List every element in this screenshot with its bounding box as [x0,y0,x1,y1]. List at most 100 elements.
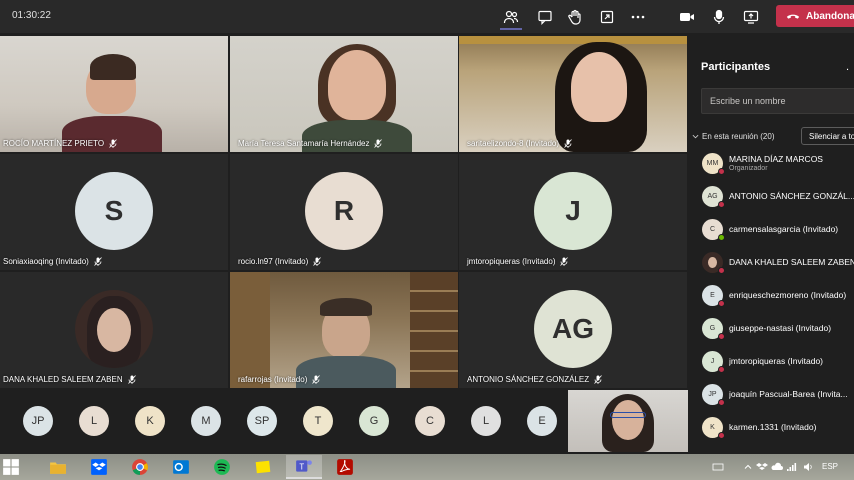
dropbox-icon[interactable] [81,455,117,479]
teams-meeting-window: 01:30:22 Abandonar ROCÍO MARTÍNEZ PRIETO… [0,0,854,480]
share-screen-icon[interactable] [741,7,761,27]
participant-avatar: K [702,416,725,439]
video-tile-dana-khaled[interactable]: DANA KHALED SALEEM ZABEN [0,272,228,388]
self-view-video[interactable] [568,390,688,452]
dropbox-tray-icon[interactable] [756,460,768,472]
participant-row[interactable]: AG ANTONIO SÁNCHEZ GONZÁL... [702,181,854,211]
tile-name-label: DANA KHALED SALEEM ZABEN [3,375,136,384]
participant-avatar: G [702,317,725,340]
participant-row[interactable]: JP joaquín Pascual-Barea (Invita... [702,379,854,409]
video-grid: ROCÍO MARTÍNEZ PRIETO María Teresa Santa… [0,36,688,390]
chrome-icon[interactable] [122,455,158,479]
svg-text:T: T [299,462,304,471]
participant-row[interactable]: G giuseppe-nastasi (Invitado) [702,313,854,343]
in-meeting-section-toggle[interactable]: En esta reunión (20) [692,132,775,141]
windows-taskbar: T ESP [0,454,854,480]
tile-name-label: jmtoropiqueras (Invitado) [467,257,569,266]
strip-avatar[interactable]: T [303,406,333,436]
chevron-up-icon[interactable] [742,460,754,472]
participant-video [328,50,386,120]
windows-start-icon[interactable] [0,455,22,479]
video-tile-rafarrojas[interactable]: rafarrojas (Invitado) [230,272,458,388]
file-explorer-icon[interactable] [40,455,76,479]
participant-photo [702,251,725,274]
hang-up-icon [786,14,800,19]
participants-panel: Participantes . Escribe un nombre En est… [688,36,854,454]
spotify-icon[interactable] [204,455,240,479]
tile-name-label: rocio.ln97 (Invitado) [238,257,322,266]
camera-icon[interactable] [677,7,697,27]
onedrive-icon[interactable] [771,460,783,472]
mic-off-icon [94,257,102,266]
meeting-toolbar: 01:30:22 Abandonar [0,0,854,33]
tile-name-label: Soniaxiaoqing (Invitado) [3,257,102,266]
mic-off-icon [109,139,117,148]
panel-title: Participantes [701,61,771,73]
tile-name-label: ANTONIO SÁNCHEZ GONZÁLEZ [467,375,602,384]
acrobat-icon[interactable] [327,455,363,479]
chat-icon[interactable] [535,7,555,27]
strip-avatar[interactable]: C [415,406,445,436]
tile-name-label: María Teresa Santamaría Hernández [238,139,383,148]
panel-close-button[interactable]: . [846,61,849,73]
participant-row[interactable]: DANA KHALED SALEEM ZABEN [702,247,854,277]
strip-avatar[interactable]: SP [247,406,277,436]
outlook-icon[interactable] [163,455,199,479]
participant-avatar: JP [702,383,725,406]
teams-icon[interactable]: T [286,455,322,479]
video-tile-rocio-ln97[interactable]: R rocio.ln97 (Invitado) [230,154,458,270]
strip-avatar[interactable]: E [527,406,557,436]
keyboard-icon[interactable] [712,460,724,472]
wifi-icon[interactable] [786,460,798,472]
mute-all-button[interactable]: Silenciar a todos [801,127,854,145]
mic-off-icon [127,375,136,384]
overflow-participants-strip: JP L K M SP T G C L E [0,390,688,454]
participants-icon[interactable] [501,7,521,27]
participant-avatar: AG [534,290,612,368]
participant-avatar: J [534,172,612,250]
mic-off-icon [313,257,322,266]
strip-avatar[interactable]: JP [23,406,53,436]
mic-off-icon [560,257,569,266]
active-tab-indicator [500,28,522,30]
strip-avatar[interactable]: M [191,406,221,436]
video-tile-jmtoropiqueras[interactable]: J jmtoropiqueras (Invitado) [459,154,687,270]
video-tile-maria-teresa[interactable]: María Teresa Santamaría Hernández [230,36,458,152]
leave-meeting-button[interactable]: Abandonar [776,5,854,27]
participant-row[interactable]: J jmtoropiqueras (Invitado) [702,346,854,376]
strip-avatar[interactable]: K [135,406,165,436]
participant-row[interactable]: C carmensalasgarcia (Invitado) [702,214,854,244]
participant-row[interactable]: E enriqueschezmoreno (Invitado) [702,280,854,310]
participant-search-input[interactable]: Escribe un nombre [701,88,854,114]
raise-hand-icon[interactable] [565,7,585,27]
strip-avatar[interactable]: L [471,406,501,436]
participant-row[interactable]: MM MARINA DÍAZ MARCOS Organizador [702,148,854,178]
mic-off-icon [312,375,321,384]
input-language-indicator[interactable]: ESP [822,462,838,471]
strip-avatar[interactable]: L [79,406,109,436]
mic-off-icon [564,139,572,148]
participant-avatar: AG [702,185,725,208]
mic-off-icon [594,375,602,384]
strip-avatar[interactable]: G [359,406,389,436]
video-tile-rocio-martinez[interactable]: ROCÍO MARTÍNEZ PRIETO [0,36,228,152]
participant-avatar: R [305,172,383,250]
participant-avatar: E [702,284,725,307]
share-tray-icon[interactable] [597,7,617,27]
video-tile-soniaxiaoqing[interactable]: S Soniaxiaoqing (Invitado) [0,154,228,270]
leave-label: Abandonar [806,10,854,22]
more-options-icon[interactable] [628,7,648,27]
tile-name-label: ROCÍO MARTÍNEZ PRIETO [3,139,117,148]
microphone-icon[interactable] [709,7,729,27]
sticky-notes-icon[interactable] [245,455,281,479]
participant-video [571,52,627,122]
meeting-timer: 01:30:22 [12,10,51,21]
video-tile-antonio-sanchez[interactable]: AG ANTONIO SÁNCHEZ GONZÁLEZ [459,272,687,388]
volume-icon[interactable] [802,460,814,472]
mic-off-icon [374,139,383,148]
participant-photo [75,290,153,368]
participant-row[interactable]: K karmen.1331 (Invitado) [702,412,854,442]
video-tile-saritaelizondo[interactable]: saritaelizondo-8 (Invitado) [459,36,687,152]
chevron-down-icon [692,134,699,139]
participant-avatar: C [702,218,725,241]
